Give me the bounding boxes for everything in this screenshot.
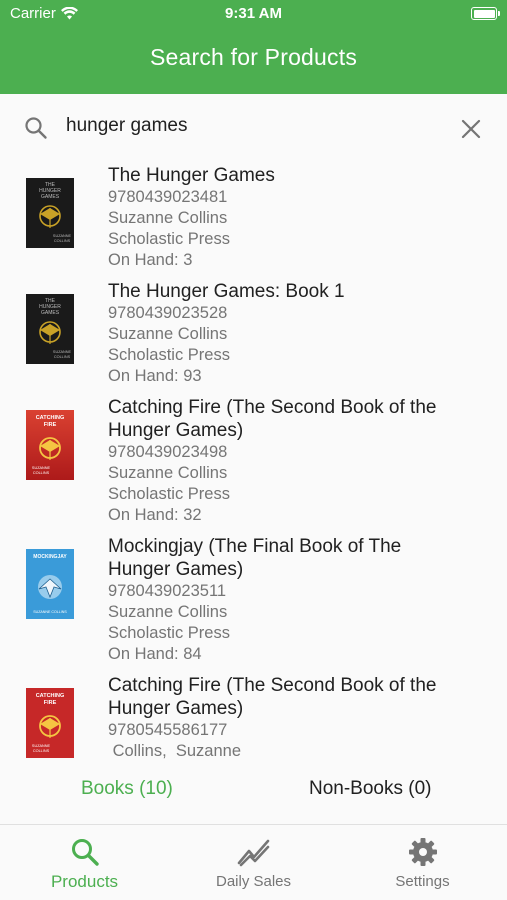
product-author: Collins, Suzanne (108, 742, 241, 760)
product-on-hand: On Hand: 3 (108, 251, 193, 269)
close-icon[interactable] (460, 118, 482, 140)
product-publisher: Scholastic Press (108, 485, 230, 503)
gear-icon (408, 838, 437, 866)
product-info: Catching Fire (The Second Book of the Hu… (108, 396, 488, 526)
catching-fire-cover: CATCHING FIRE SUZANNE COLLINS (26, 688, 74, 758)
hunger-games-cover: THE HUNGER GAMES SUZANNE COLLINS (26, 178, 74, 248)
category-tabs: Books (10) Non-Books (0) (0, 770, 507, 810)
cover-text: COLLINS (33, 749, 50, 753)
mockingjay-cover: MOCKINGJAY SUZANNE COLLINS (26, 549, 74, 619)
cover-text: SUZANNE (32, 466, 51, 470)
battery-icon (471, 7, 500, 20)
product-info: The Hunger Games: Book 1 9780439023528 S… (108, 280, 488, 387)
trending-icon (237, 839, 269, 867)
product-title-line-1: Catching Fire (The Second Book of the (108, 397, 437, 418)
list-item[interactable]: THE HUNGER GAMES SUZANNE COLLINS The Hun… (0, 164, 507, 276)
cover-text: COLLINS (33, 471, 50, 475)
cover-text: MOCKINGJAY (33, 554, 67, 560)
product-title-line-2: Hunger Games) (108, 698, 244, 719)
nav-settings[interactable]: Settings (338, 825, 507, 900)
product-author: Suzanne Collins (108, 209, 228, 227)
search-icon (25, 117, 47, 139)
product-title: The Hunger Games: Book 1 (108, 281, 345, 302)
list-item[interactable]: CATCHING FIRE SUZANNE COLLINS Catching F… (0, 674, 507, 765)
product-title-line-2: Hunger Games) (108, 420, 244, 441)
product-on-hand: On Hand: 93 (108, 367, 202, 385)
list-item[interactable]: THE HUNGER GAMES SUZANNE COLLINS The Hun… (0, 280, 507, 392)
product-publisher: Scholastic Press (108, 230, 230, 248)
cover-text: SUZANNE (53, 234, 72, 238)
hunger-games-cover: THE HUNGER GAMES SUZANNE COLLINS (26, 294, 74, 364)
tab-books[interactable]: Books (10) (81, 778, 173, 800)
cover-text: SUZANNE COLLINS (33, 610, 67, 614)
product-title-line-1: Mockingjay (The Final Book of The (108, 536, 402, 557)
product-isbn: 9780545586177 (108, 721, 228, 739)
product-author: Suzanne Collins (108, 603, 228, 621)
search-icon (71, 839, 99, 866)
product-isbn: 9780439023481 (108, 188, 228, 206)
product-title-line-1: Catching Fire (The Second Book of the (108, 675, 437, 696)
nav-products[interactable]: Products (0, 825, 169, 900)
tab-non-books[interactable]: Non-Books (0) (309, 778, 432, 800)
product-author: Suzanne Collins (108, 464, 228, 482)
product-isbn: 9780439023498 (108, 443, 228, 461)
status-time: 9:31 AM (225, 5, 282, 22)
cover-text: SUZANNE (53, 350, 72, 354)
search-bar (0, 94, 507, 160)
bottom-navigation: Products Daily Sales Settings (0, 824, 507, 900)
product-publisher: Scholastic Press (108, 624, 230, 642)
nav-daily-sales[interactable]: Daily Sales (169, 825, 338, 900)
app-header: Carrier 9:31 AM Search for Products (0, 0, 507, 94)
nav-products-label: Products (50, 872, 119, 891)
search-input[interactable] (66, 112, 446, 140)
cover-text: SUZANNE (32, 744, 51, 748)
product-publisher: Scholastic Press (108, 346, 230, 364)
cover-text: CATCHING (36, 693, 65, 699)
nav-daily-sales-label: Daily Sales (215, 873, 292, 890)
status-bar: Carrier 9:31 AM (0, 0, 507, 28)
product-info: Catching Fire (The Second Book of the Hu… (108, 674, 488, 762)
cover-text: COLLINS (54, 355, 71, 359)
product-isbn: 9780439023528 (108, 304, 228, 322)
product-author: Suzanne Collins (108, 325, 228, 343)
product-info: Mockingjay (The Final Book of The Hunger… (108, 535, 488, 665)
catching-fire-cover: CATCHING FIRE SUZANNE COLLINS (26, 410, 74, 480)
page-title: Search for Products (149, 44, 358, 70)
cover-text: GAMES (41, 310, 60, 316)
product-title-line-2: Hunger Games) (108, 559, 244, 580)
cover-text: FIRE (44, 422, 57, 428)
product-info: The Hunger Games 9780439023481 Suzanne C… (108, 164, 488, 271)
cover-text: FIRE (44, 700, 57, 706)
product-title: The Hunger Games (108, 165, 275, 186)
cover-text: CATCHING (36, 415, 65, 421)
product-isbn: 9780439023511 (108, 582, 227, 600)
product-on-hand: On Hand: 32 (108, 506, 202, 524)
list-item[interactable]: MOCKINGJAY SUZANNE COLLINS Mockingjay (T… (0, 535, 507, 670)
cover-text: COLLINS (54, 239, 71, 243)
cover-text: GAMES (41, 194, 60, 200)
list-item[interactable]: CATCHING FIRE SUZANNE COLLINS Catching F… (0, 396, 507, 531)
product-on-hand: On Hand: 84 (108, 645, 202, 663)
product-list: THE HUNGER GAMES SUZANNE COLLINS The Hun… (0, 160, 507, 765)
nav-settings-label: Settings (395, 873, 450, 890)
